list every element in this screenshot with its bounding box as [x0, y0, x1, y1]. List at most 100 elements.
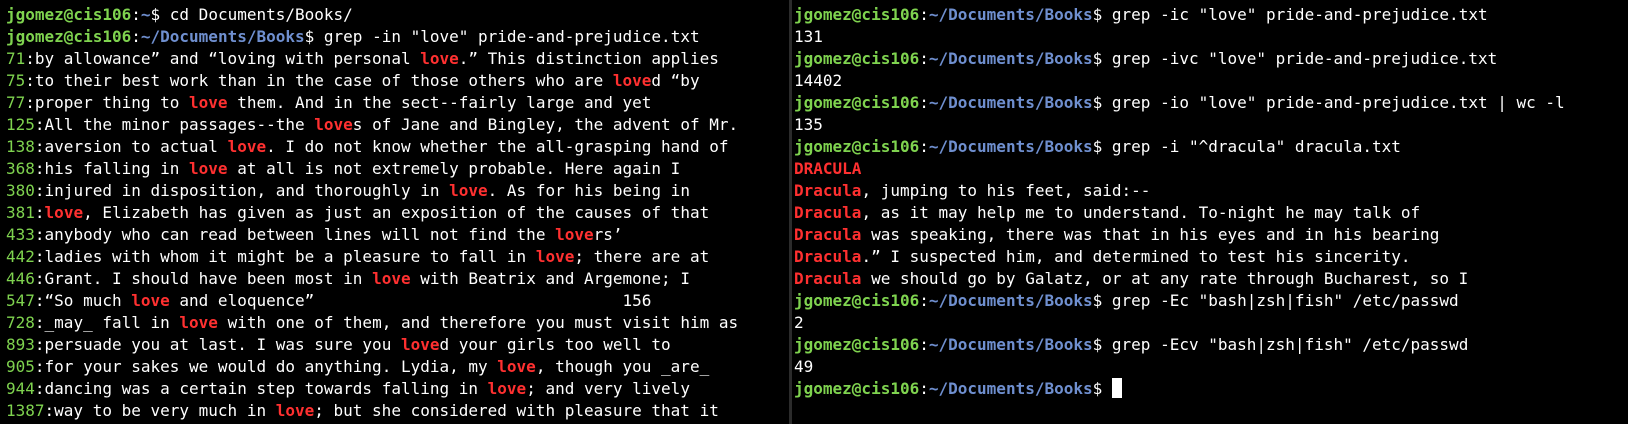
output-text: , Elizabeth has given as just an exposit…: [83, 203, 710, 222]
match-highlight: Dracula: [794, 203, 862, 222]
output-text: :persuade you at last. I was sure you: [34, 335, 401, 354]
prompt-user: jgomez@cis106: [794, 137, 920, 156]
output-line: 893:persuade you at last. I was sure you…: [6, 334, 789, 356]
prompt-line: jgomez@cis106:~$ cd Documents/Books/: [6, 4, 789, 26]
match-highlight: love: [314, 115, 353, 134]
prompt-line: jgomez@cis106:~/Documents/Books$: [794, 378, 1628, 400]
prompt-user: jgomez@cis106: [794, 5, 920, 24]
output-text: :ladies with whom it might be a pleasure…: [34, 247, 536, 266]
output-line: 77:proper thing to love them. And in the…: [6, 92, 789, 114]
output-text: , though you _are_: [535, 357, 710, 376]
line-number: 77: [6, 93, 26, 112]
prompt-path: ~/Documents/Books: [140, 27, 305, 46]
prompt-separator: :: [919, 137, 929, 156]
prompt-user: jgomez@cis106: [794, 93, 920, 112]
output-text: them. And in the sect--fairly large and …: [227, 93, 652, 112]
output-text: .” This distinction applies: [458, 49, 719, 68]
prompt-user: jgomez@cis106: [794, 49, 920, 68]
prompt-path: ~/Documents/Books: [928, 379, 1093, 398]
prompt-path: ~: [140, 5, 151, 24]
output-text: :anybody who can read between lines will…: [34, 225, 556, 244]
output-text: :proper thing to: [25, 93, 190, 112]
output-text: , jumping to his feet, said:--: [861, 181, 1151, 200]
line-number: 905: [6, 357, 35, 376]
terminal-pane-left[interactable]: jgomez@cis106:~$ cd Documents/Books/jgom…: [0, 0, 789, 424]
line-number: 368: [6, 159, 35, 178]
output-text: 49: [794, 357, 814, 376]
output-line: 433:anybody who can read between lines w…: [6, 224, 789, 246]
prompt-symbol: $: [1092, 5, 1112, 24]
output-line: 71:by allowance” and “loving with person…: [6, 48, 789, 70]
command-text: cd Documents/Books/: [169, 5, 353, 24]
output-line: 131: [794, 26, 1628, 48]
output-line: 1387:way to be very much in love; but sh…: [6, 400, 789, 422]
prompt-separator: :: [919, 49, 929, 68]
match-highlight: love: [400, 335, 440, 354]
line-number: 446: [6, 269, 35, 288]
output-text: :way to be very much in: [44, 401, 276, 420]
line-number: 381: [6, 203, 35, 222]
output-text: :: [34, 203, 45, 222]
prompt-user: jgomez@cis106: [794, 379, 920, 398]
output-text: d your girls too well to: [439, 335, 671, 354]
prompt-symbol: $: [1092, 137, 1112, 156]
command-text: grep -Ec "bash|zsh|fish" /etc/passwd: [1111, 291, 1459, 310]
output-text: ; there are at: [574, 247, 710, 266]
output-text: :aversion to actual: [34, 137, 228, 156]
prompt-symbol: $: [1092, 379, 1112, 398]
match-highlight: love: [420, 49, 459, 68]
command-text: grep -io "love" pride-and-prejudice.txt …: [1111, 93, 1565, 112]
output-line: 125:All the minor passages--the loves of…: [6, 114, 789, 136]
match-highlight: Dracula: [794, 181, 862, 200]
output-text: . As for his being in: [487, 181, 690, 200]
line-number: 71: [6, 49, 26, 68]
output-text: at all is not extremely probable. Here a…: [227, 159, 681, 178]
output-text: 135: [794, 115, 823, 134]
output-text: :Grant. I should have been most in: [34, 269, 373, 288]
match-highlight: love: [555, 225, 594, 244]
output-text: :_may_ fall in: [34, 313, 180, 332]
prompt-symbol: $: [1092, 335, 1112, 354]
output-text: we should go by Galatz, or at any rate t…: [861, 269, 1469, 288]
command-text: grep -i "^dracula" dracula.txt: [1111, 137, 1401, 156]
prompt-line: jgomez@cis106:~/Documents/Books$ grep -i…: [794, 48, 1628, 70]
output-text: :“So much: [34, 291, 132, 310]
output-line: 14402: [794, 70, 1628, 92]
match-highlight: love: [44, 203, 84, 222]
output-text: ; but she considered with pleasure that …: [314, 401, 719, 420]
output-line: 75:to their best work than in the case o…: [6, 70, 789, 92]
output-text: d “by: [651, 71, 700, 90]
terminal-cursor[interactable]: [1111, 378, 1122, 398]
output-text: , as it may help me to understand. To-ni…: [861, 203, 1421, 222]
prompt-line: jgomez@cis106:~/Documents/Books$ grep -E…: [794, 290, 1628, 312]
output-line: 368:his falling in love at all is not ex…: [6, 158, 789, 180]
line-number: 442: [6, 247, 35, 266]
line-number: 893: [6, 335, 35, 354]
output-text: . I do not know whether the all-grasping…: [266, 137, 729, 156]
prompt-separator: :: [919, 379, 929, 398]
line-number: 728: [6, 313, 35, 332]
output-line: 2: [794, 312, 1628, 334]
match-highlight: love: [497, 357, 536, 376]
output-line: 135: [794, 114, 1628, 136]
output-line: Dracula was speaking, there was that in …: [794, 224, 1628, 246]
output-text: with Beatrix and Argemone; I: [410, 269, 690, 288]
output-text: ; and very lively: [526, 379, 690, 398]
prompt-path: ~/Documents/Books: [928, 49, 1093, 68]
line-number: 380: [6, 181, 35, 200]
output-text: :his falling in: [34, 159, 190, 178]
match-highlight: love: [131, 291, 170, 310]
output-text: and eloquence” 156: [169, 291, 652, 310]
prompt-separator: :: [919, 5, 929, 24]
match-highlight: love: [449, 181, 488, 200]
prompt-user: jgomez@cis106: [794, 335, 920, 354]
output-text: :dancing was a certain step towards fall…: [34, 379, 488, 398]
prompt-symbol: $: [304, 27, 324, 46]
output-line: 380:injured in disposition, and thorough…: [6, 180, 789, 202]
output-text: :injured in disposition, and thoroughly …: [34, 181, 450, 200]
match-highlight: love: [535, 247, 575, 266]
match-highlight: love: [487, 379, 527, 398]
match-highlight: Dracula: [794, 269, 862, 288]
terminal-pane-right[interactable]: jgomez@cis106:~/Documents/Books$ grep -i…: [792, 0, 1628, 424]
output-line: 446:Grant. I should have been most in lo…: [6, 268, 789, 290]
